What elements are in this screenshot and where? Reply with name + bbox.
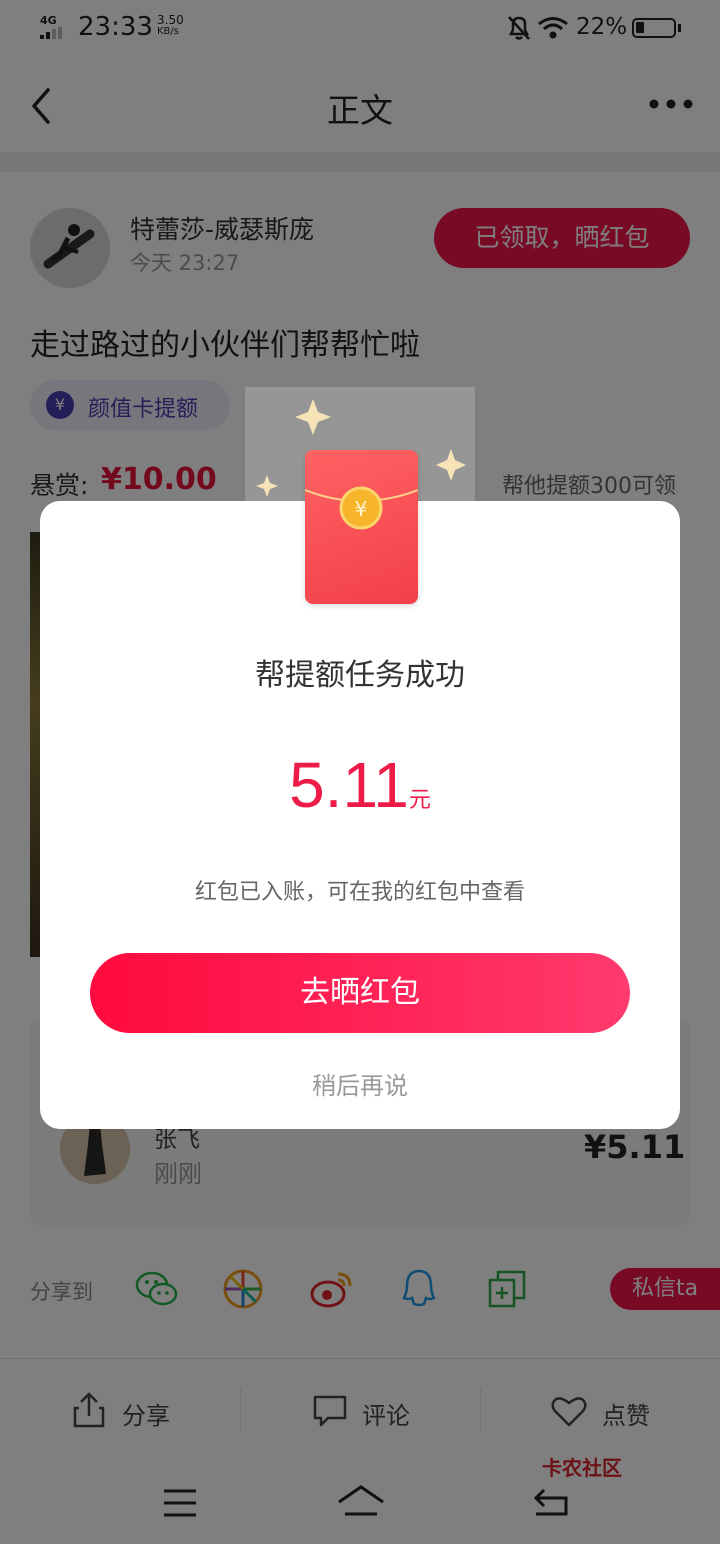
svg-text:¥: ¥	[355, 497, 368, 521]
reward-amount: 5.11元	[40, 748, 680, 822]
modal-title: 帮提额任务成功	[255, 658, 465, 693]
show-red-envelope-button[interactable]: 去晒红包	[90, 953, 630, 1033]
reward-amount-value: 5.11	[289, 749, 409, 821]
later-link[interactable]: 稍后再说	[40, 1066, 680, 1101]
reward-amount-unit: 元	[408, 788, 431, 813]
envelope-flap: ¥	[304, 486, 419, 530]
red-envelope-icon: ¥	[304, 450, 419, 604]
modal-description: 红包已入账，可在我的红包中查看	[194, 880, 525, 905]
